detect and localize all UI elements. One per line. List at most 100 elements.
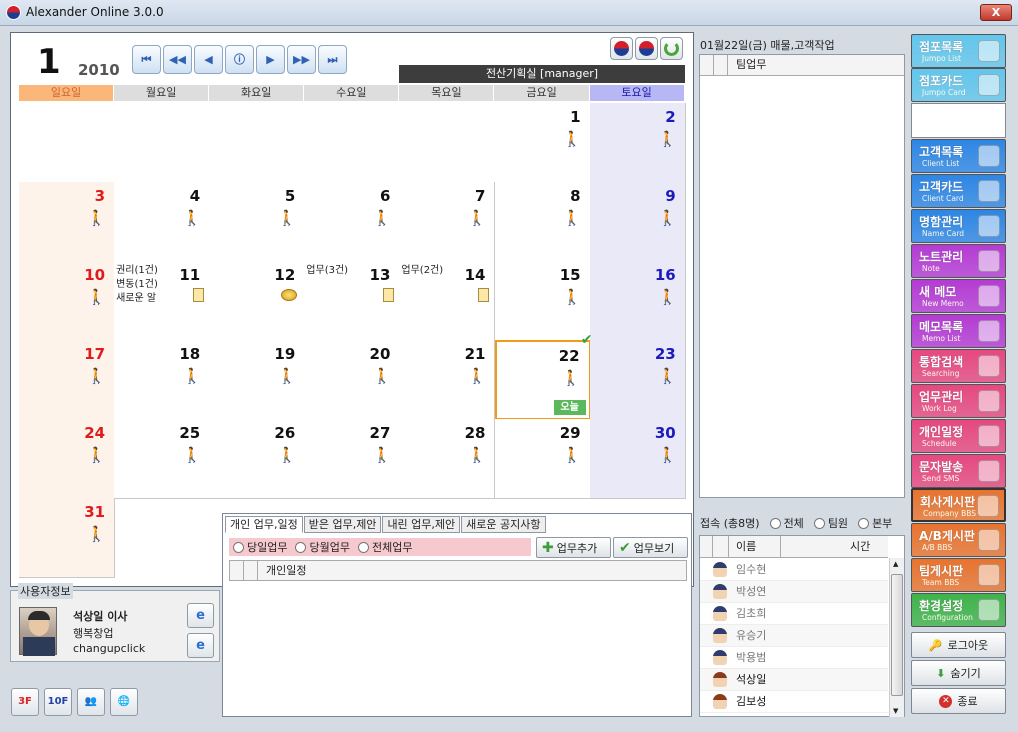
day-cell-4[interactable]: 4 🚶 <box>114 182 211 262</box>
sidebar-item-7[interactable]: 메모목록 Memo List <box>911 314 1006 348</box>
conn-filter-all[interactable]: 전체 <box>769 515 804 531</box>
sidebar-item-8[interactable]: 통합검색 Searching <box>911 349 1006 383</box>
day-event[interactable]: 변동(1건) <box>116 278 158 292</box>
info-button[interactable]: ⓘ <box>225 45 254 74</box>
tab-received[interactable]: 받은 업무,제안 <box>303 516 382 533</box>
sidebar-item-2[interactable]: 고객목록 Client List <box>911 139 1006 173</box>
tab-personal[interactable]: 개인 업무,일정 <box>225 516 303 533</box>
day-event[interactable]: 새로운 알 <box>116 292 156 306</box>
add-task-button[interactable]: ✚ 업무추가 <box>536 537 611 558</box>
memo-icon[interactable] <box>193 288 205 302</box>
conn-filter-hq[interactable]: 본부 <box>858 515 892 531</box>
day-cell-30[interactable]: 30 🚶 <box>589 419 686 499</box>
sidebar-item-10[interactable]: 개인일정 Schedule <box>911 419 1006 453</box>
coin-icon[interactable] <box>281 289 298 301</box>
day-event[interactable]: 권리(1건) <box>116 264 158 278</box>
sidebar-item-12[interactable]: 회사게시판 Company BBS <box>911 488 1006 522</box>
prev-year-button[interactable]: ◀◀ <box>163 45 192 74</box>
sidebar-item-5[interactable]: 노트관리 Note <box>911 244 1006 278</box>
day-cell-9[interactable]: 9 🚶 <box>589 182 686 262</box>
sidebar-item-1[interactable]: 점포카드 Jumpo Card <box>911 68 1006 102</box>
connected-user-row[interactable]: 김초희 <box>700 603 888 625</box>
day-cell-25[interactable]: 25 🚶 <box>114 419 211 499</box>
connected-user-row[interactable]: 김보성 <box>700 691 888 713</box>
browser-icon-button-2[interactable]: e <box>187 633 214 658</box>
connected-user-row[interactable]: 유승기 <box>700 625 888 647</box>
filter-all[interactable]: 전체업무 <box>357 539 412 555</box>
korea-flag-button[interactable] <box>610 37 633 60</box>
memo-icon[interactable] <box>478 288 490 302</box>
prev-month-button[interactable]: ◀ <box>194 45 223 74</box>
day-event[interactable]: 업무(3건) <box>306 264 348 278</box>
day-cell-17[interactable]: 17 🚶 <box>19 340 116 420</box>
day-cell-16[interactable]: 16 🚶 <box>589 261 686 341</box>
sidebar-item-4[interactable]: 명함관리 Name Card <box>911 209 1006 243</box>
day-cell-5[interactable]: 5 🚶 <box>209 182 306 262</box>
sidebar-item-11[interactable]: 문자발송 Send SMS <box>911 454 1006 488</box>
day-cell-21[interactable]: 21 🚶 <box>399 340 496 420</box>
day-cell-28[interactable]: 28 🚶 <box>399 419 496 499</box>
last-year-button[interactable]: ⏭ <box>318 45 347 74</box>
logout-button[interactable]: 🔑 로그아웃 <box>911 632 1006 658</box>
day-cell-23[interactable]: 23 🚶 <box>589 340 686 420</box>
sidebar-item-icon <box>978 599 1000 621</box>
day-cell-15[interactable]: 15 🚶 <box>494 261 591 341</box>
filter-month[interactable]: 당월업무 <box>295 539 350 555</box>
day-cell-11[interactable]: 11 권리(1건) 변동(1건) 새로운 알 <box>114 261 211 341</box>
day-cell-20[interactable]: 20 🚶 <box>304 340 401 420</box>
hide-button[interactable]: ⬇ 숨기기 <box>911 660 1006 686</box>
day-cell-19[interactable]: 19 🚶 <box>209 340 306 420</box>
day-cell-18[interactable]: 18 🚶 <box>114 340 211 420</box>
sidebar-item-9[interactable]: 업무관리 Work Log <box>911 384 1006 418</box>
sidebar-item-13[interactable]: A/B게시판 A/B BBS <box>911 523 1006 557</box>
korea-flag-button-2[interactable] <box>635 37 658 60</box>
next-month-button[interactable]: ▶ <box>256 45 285 74</box>
floor-10f-button[interactable]: 10F <box>44 688 72 716</box>
sidebar-item-sublabel: Jumpo List <box>922 54 962 63</box>
connected-user-row[interactable]: 박용범 <box>700 647 888 669</box>
tab-notices[interactable]: 새로운 공지사항 <box>461 516 546 533</box>
close-button[interactable]: X <box>980 4 1012 21</box>
connected-user-row[interactable]: 석상일 <box>700 669 888 691</box>
day-cell-13[interactable]: 13 업무(3건) <box>304 261 401 341</box>
floor-3f-button[interactable]: 3F <box>11 688 39 716</box>
day-cell-24[interactable]: 24 🚶 <box>19 419 116 499</box>
scroll-thumb[interactable] <box>891 574 903 696</box>
day-cell-31[interactable]: 31 🚶 <box>19 498 116 578</box>
day-cell-3[interactable]: 3 🚶 <box>19 182 116 262</box>
day-cell-8[interactable]: 8 🚶 <box>494 182 591 262</box>
day-cell-26[interactable]: 26 🚶 <box>209 419 306 499</box>
day-cell-22[interactable]: 22 🚶 오늘 ✔ <box>494 332 593 420</box>
connected-user-row[interactable]: 임수현 <box>700 559 888 581</box>
sidebar-item-6[interactable]: 새 메모 New Memo <box>911 279 1006 313</box>
sidebar-item-3[interactable]: 고객카드 Client Card <box>911 174 1006 208</box>
day-cell-7[interactable]: 7 🚶 <box>399 182 496 262</box>
connected-user-row[interactable]: 박성연 <box>700 581 888 603</box>
first-year-button[interactable]: ⏮ <box>132 45 161 74</box>
users-button[interactable]: 👥 <box>77 688 105 716</box>
conn-filter-team[interactable]: 팀원 <box>813 515 848 531</box>
memo-icon[interactable] <box>383 288 395 302</box>
day-cell-27[interactable]: 27 🚶 <box>304 419 401 499</box>
filter-today[interactable]: 당일업무 <box>233 539 287 555</box>
globe-button[interactable]: 🌐 <box>110 688 138 716</box>
day-cell-12[interactable]: 12 <box>209 261 306 341</box>
browser-icon-button[interactable]: e <box>187 603 214 628</box>
day-cell-6[interactable]: 6 🚶 <box>304 182 401 262</box>
next-year-button[interactable]: ▶▶ <box>287 45 316 74</box>
day-event[interactable]: 업무(2건) <box>401 264 443 278</box>
view-task-button[interactable]: ✔ 업무보기 <box>613 537 688 558</box>
sidebar-item-15[interactable]: 환경설정 Configuration <box>911 593 1006 627</box>
sidebar-item-0[interactable]: 점포목록 Jumpo List <box>911 34 1006 68</box>
tab-issued[interactable]: 내린 업무,제안 <box>382 516 461 533</box>
day-cell-14[interactable]: 14 업무(2건) <box>399 261 496 341</box>
day-cell-2[interactable]: 2 🚶 <box>589 103 686 183</box>
task-list-title: 개인일정 <box>266 564 307 577</box>
connected-scrollbar[interactable]: ▲ ▼ <box>889 558 904 717</box>
exit-button[interactable]: ✕ 종료 <box>911 688 1006 714</box>
day-cell-10[interactable]: 10 🚶 <box>19 261 116 341</box>
sidebar-item-14[interactable]: 팀게시판 Team BBS <box>911 558 1006 592</box>
day-cell-29[interactable]: 29 🚶 <box>494 419 591 499</box>
day-cell-1[interactable]: 1 🚶 <box>494 103 591 183</box>
refresh-button[interactable] <box>660 37 683 60</box>
